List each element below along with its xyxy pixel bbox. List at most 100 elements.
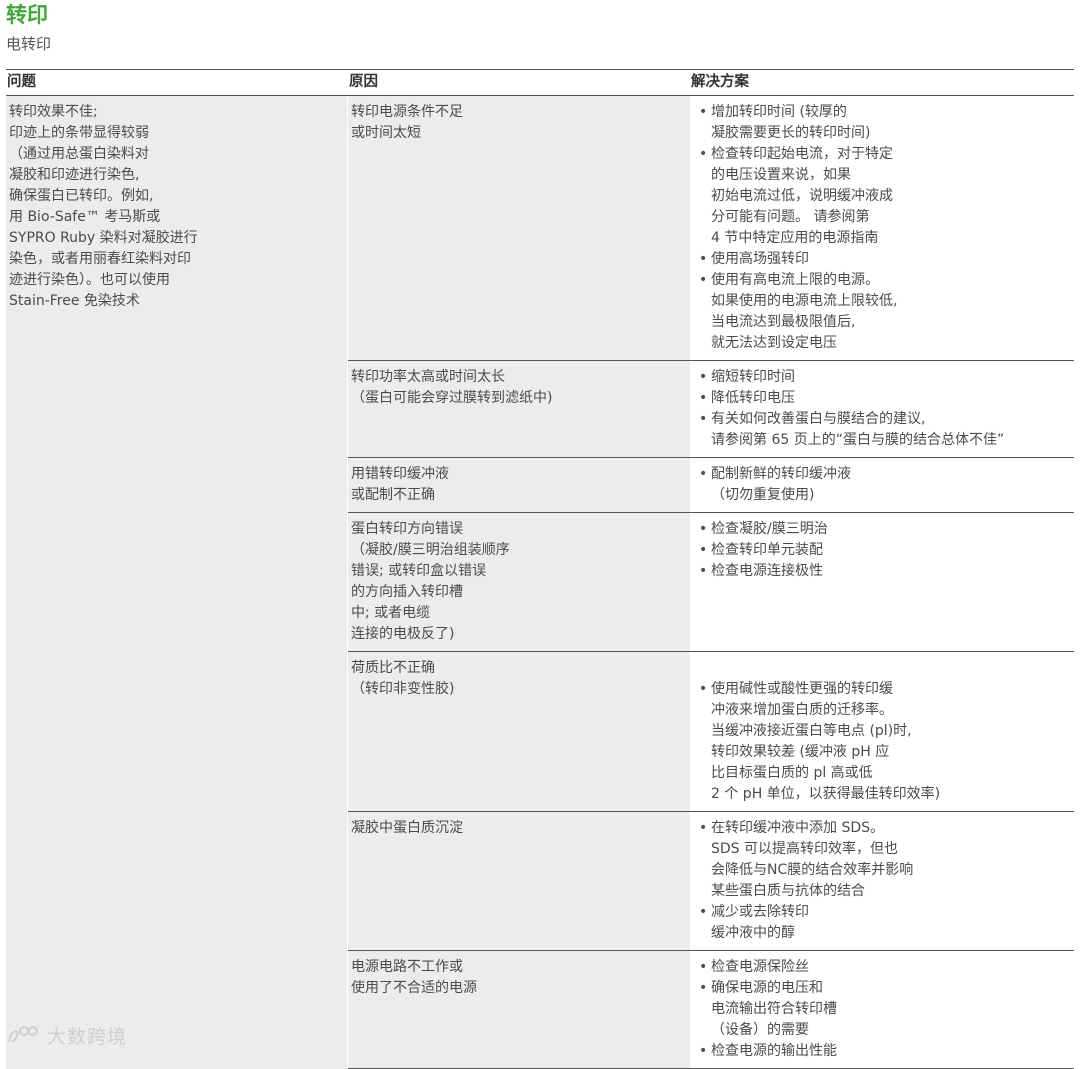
solution-text: 降低转印电压 <box>711 390 795 406</box>
solution-cell: • 增加转印时间 (较厚的 凝胶需要更长的转印时间) • 检查转印起始电流，对于特定 的电… <box>690 96 1074 361</box>
cause-line: （转印非变性胶) <box>351 681 455 697</box>
cause-line: 中; 或者电缆 <box>351 605 431 621</box>
solution-cell: • 检查电源保险丝 • 确保电源的电压和 电流输出符合转印槽 （设备）的需要 • 检查电源的输… <box>690 951 1074 1069</box>
solution-bullet: • 减少或去除转印 <box>699 902 1074 923</box>
solution-text: 检查转印起始电流，对于特定 <box>711 146 893 162</box>
cause-line: 使用了不合适的电源 <box>351 980 477 996</box>
solution-bullet: • 缩短转印时间 <box>699 367 1074 388</box>
page-subtitle: 电转印 <box>6 35 52 53</box>
bullet-icon: • <box>699 251 708 267</box>
bullet-icon: • <box>699 272 708 288</box>
solution-text: 冲液来增加蛋白质的迁移率。 <box>711 702 893 718</box>
solution-text: 就无法达到设定电压 <box>711 335 837 351</box>
solution-text: 配制新鲜的转印缓冲液 <box>711 466 851 482</box>
bullet-icon: • <box>699 1043 708 1059</box>
solution-text: 请参阅第 65 页上的“蛋白与膜的结合总体不佳” <box>711 432 1005 448</box>
solution-text: 某些蛋白质与抗体的结合 <box>711 883 865 899</box>
cause-line: 转印电源条件不足 <box>351 104 463 120</box>
solution-text: 比目标蛋白质的 pl 高或低 <box>711 765 873 781</box>
solution-bullet: • 检查电源保险丝 <box>699 957 1074 978</box>
solution-text: 检查电源连接极性 <box>711 563 823 579</box>
bullet-icon: • <box>699 104 708 120</box>
solution-text: 使用高场强转印 <box>711 251 809 267</box>
cause-line: 或配制不正确 <box>351 487 435 503</box>
cause-line: 用错转印缓冲液 <box>351 466 449 482</box>
solution-text: （切勿重复使用) <box>711 487 815 503</box>
cause-line: 的方向插入转印槽 <box>351 584 463 600</box>
solution-text: 分可能有问题。 请参阅第 <box>711 209 870 225</box>
page-title: 转印 <box>6 3 48 27</box>
solution-cell: • 在转印缓冲液中添加 SDS。 SDS 可以提高转印效率，但也 会降低与NC膜的结合… <box>690 812 1074 951</box>
bullet-icon: • <box>699 466 708 482</box>
problem-cell: 转印效果不佳; 印迹上的条带显得较弱 （通过用总蛋白染料对 凝胶和印迹进行染色, 确保蛋… <box>6 96 348 1069</box>
solution-text: 在转印缓冲液中添加 SDS。 <box>711 820 885 836</box>
solution-bullet: • 检查电源连接极性 <box>699 561 1074 582</box>
solution-bullet: • 在转印缓冲液中添加 SDS。 <box>699 818 1074 839</box>
solution-text: 确保电源的电压和 <box>711 980 823 996</box>
solution-cell: • 检查凝胶/膜三明治 • 检查转印单元装配 • 检查电源连接极性 <box>690 513 1074 652</box>
solution-text: 检查电源的输出性能 <box>711 1043 837 1059</box>
solution-bullet: • 检查凝胶/膜三明治 <box>699 519 1074 540</box>
problem-line: 转印效果不佳; <box>9 104 98 120</box>
solution-text: 检查电源保险丝 <box>711 959 809 975</box>
solution-text: 凝胶需要更长的转印时间) <box>711 125 871 141</box>
solution-text: 初始电流过低，说明缓冲液成 <box>711 188 893 204</box>
solution-text: 检查转印单元装配 <box>711 542 823 558</box>
problem-line: 染色，或者用丽春红染料对印 <box>9 251 191 267</box>
solution-text: SDS 可以提高转印效率，但也 <box>711 841 899 857</box>
bullet-icon: • <box>699 521 708 537</box>
column-header-problem: 问题 <box>7 74 36 90</box>
cause-line: 错误; 或转印盒以错误 <box>351 563 487 579</box>
solution-bullet: • 使用高场强转印 <box>699 249 1074 270</box>
solution-text: 2 个 pH 单位，以获得最佳转印效率) <box>711 786 941 802</box>
solution-text: 减少或去除转印 <box>711 904 809 920</box>
bullet-icon: • <box>699 563 708 579</box>
solution-text: 增加转印时间 (较厚的 <box>711 104 847 120</box>
bullet-icon: • <box>699 820 708 836</box>
bullet-icon: • <box>699 146 708 162</box>
problem-line: 凝胶和印迹进行染色, <box>9 167 140 183</box>
solution-bullet: • 增加转印时间 (较厚的 <box>699 102 1074 123</box>
solution-bullet: • 检查转印起始电流，对于特定 <box>699 144 1074 165</box>
cause-line: 凝胶中蛋白质沉淀 <box>351 820 463 836</box>
solution-bullet: • 配制新鲜的转印缓冲液 <box>699 464 1074 485</box>
cause-line: 蛋白转印方向错误 <box>351 521 463 537</box>
column-header-cause: 原因 <box>349 74 378 90</box>
bullet-icon: • <box>699 369 708 385</box>
problem-line: 印迹上的条带显得较弱 <box>9 125 149 141</box>
cause-line: （蛋白可能会穿过膜转到滤纸中) <box>351 390 553 406</box>
solution-bullet: • 有关如何改善蛋白与膜结合的建议, <box>699 409 1074 430</box>
solution-text: 有关如何改善蛋白与膜结合的建议, <box>711 411 926 427</box>
cause-cell: 转印电源条件不足 或时间太短 <box>348 96 690 361</box>
solution-text: 转印效果较差 (缓冲液 pH 应 <box>711 744 890 760</box>
cause-line: 连接的电极反了) <box>351 626 455 642</box>
solution-text: 使用有高电流上限的电源。 <box>711 272 879 288</box>
cause-cell: 凝胶中蛋白质沉淀 <box>348 812 690 951</box>
solution-bullet: • 确保电源的电压和 <box>699 978 1074 999</box>
solution-text: 缓冲液中的醇 <box>711 925 795 941</box>
solution-text: 会降低与NC膜的结合效率并影响 <box>711 862 914 878</box>
cause-cell: 转印功率太高或时间太长 （蛋白可能会穿过膜转到滤纸中) <box>348 361 690 458</box>
solution-bullet: • 使用有高电流上限的电源。 <box>699 270 1074 291</box>
cause-line: （凝胶/膜三明治组装顺序 <box>351 542 510 558</box>
table-header: 问题 原因 解决方案 <box>6 70 1074 96</box>
solution-cell: • 配制新鲜的转印缓冲液 （切勿重复使用) <box>690 458 1074 513</box>
solution-bullet: • 检查转印单元装配 <box>699 540 1074 561</box>
problem-line: （通过用总蛋白染料对 <box>9 146 149 162</box>
problem-line: 确保蛋白已转印。例如, <box>9 188 154 204</box>
solution-text: 电流输出符合转印槽 <box>711 1001 837 1017</box>
solution-cell: • 使用碱性或酸性更强的转印缓 冲液来增加蛋白质的迁移率。 当缓冲液接近蛋白等电点 (… <box>690 652 1074 812</box>
watermark-text: 大数跨境 <box>47 1026 128 1048</box>
cause-line: 转印功率太高或时间太长 <box>351 369 505 385</box>
watermark-logo-icon <box>8 1026 38 1043</box>
problem-line: SYPRO Ruby 染料对凝胶进行 <box>9 230 198 246</box>
bullet-icon: • <box>699 980 708 996</box>
solution-bullet: • 降低转印电压 <box>699 388 1074 409</box>
problem-line: 迹进行染色）。也可以使用 <box>9 272 170 288</box>
cause-cell: 蛋白转印方向错误 （凝胶/膜三明治组装顺序 错误; 或转印盒以错误 的方向插入转印槽中… <box>348 513 690 652</box>
bullet-icon: • <box>699 959 708 975</box>
bullet-icon: • <box>699 542 708 558</box>
solution-text: 如果使用的电源电流上限较低, <box>711 293 898 309</box>
bullet-icon: • <box>699 681 708 697</box>
